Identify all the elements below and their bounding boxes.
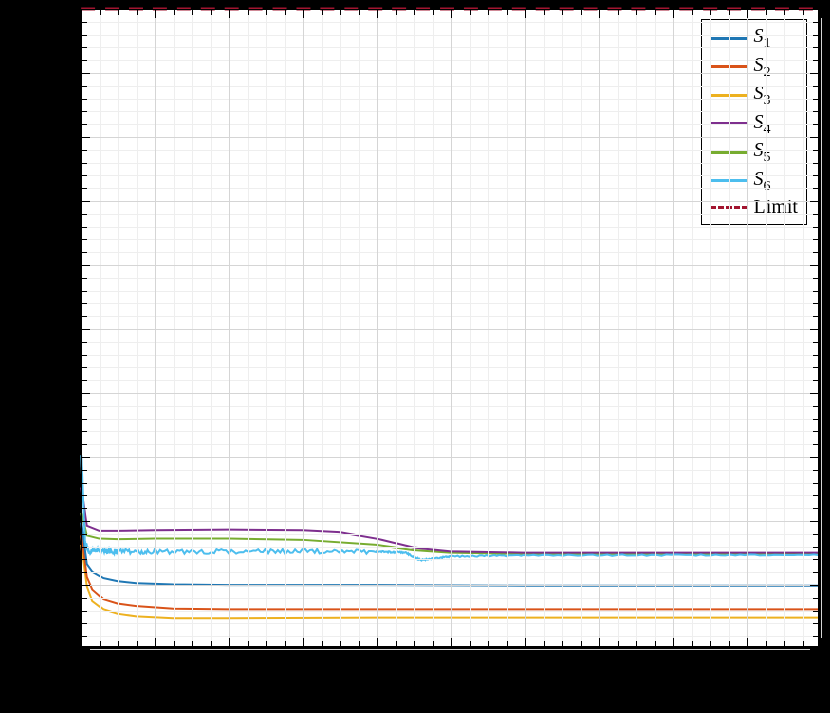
chart-container: S1S2S3S4S5S6Limit [0, 0, 830, 713]
legend-label: S2 [754, 53, 771, 82]
legend: S1S2S3S4S5S6Limit [701, 19, 807, 225]
legend-label: S6 [754, 167, 771, 196]
plot-area: S1S2S3S4S5S6Limit [80, 8, 820, 648]
legend-label: Limit [754, 195, 798, 220]
